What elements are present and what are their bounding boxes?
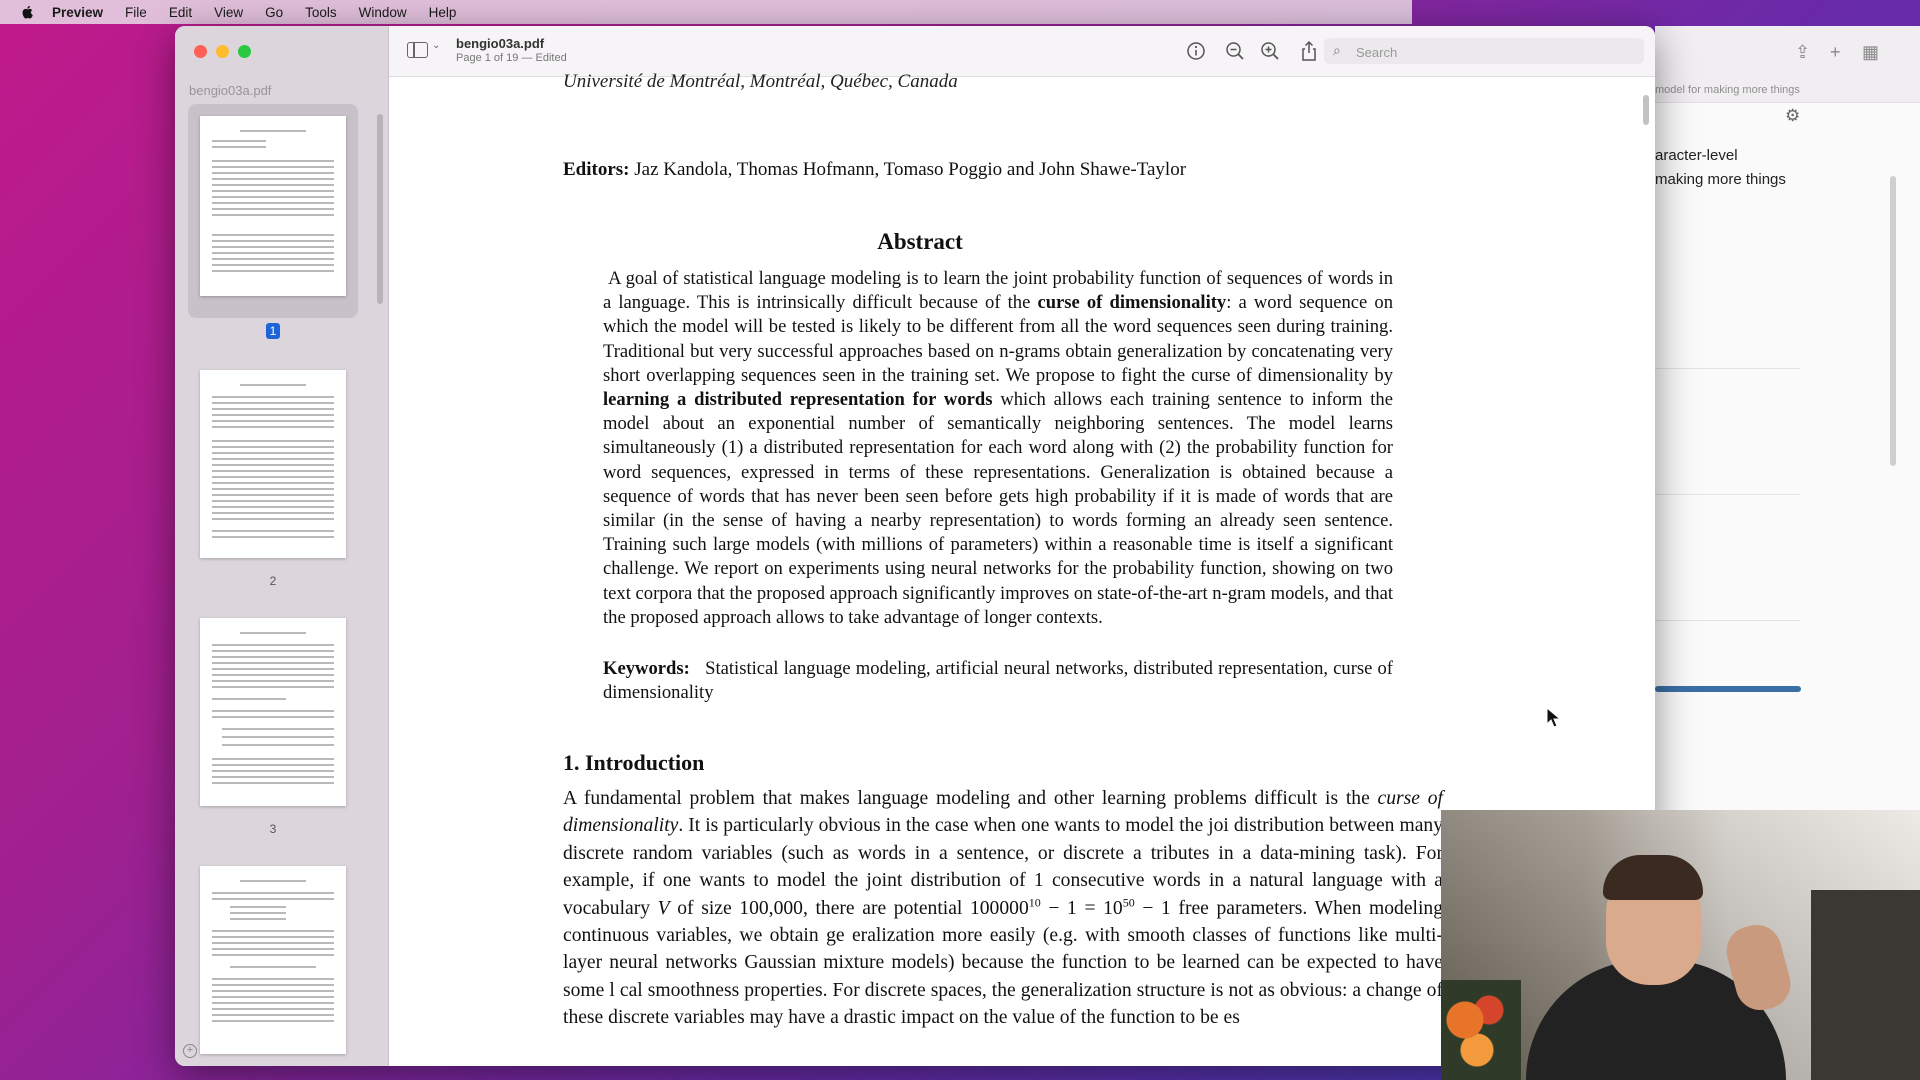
new-tab-icon[interactable]: + (1830, 42, 1841, 63)
divider (1655, 368, 1800, 369)
page-number: 2 (269, 574, 277, 588)
search-field[interactable]: ⌕ (1324, 38, 1644, 64)
page-thumbnail (200, 116, 346, 296)
share-icon[interactable] (1298, 40, 1320, 62)
divider (1655, 494, 1800, 495)
sidebar-title: bengio03a.pdf (189, 83, 272, 98)
thumbnail-page-1[interactable] (188, 104, 358, 318)
editors-line: Editors: Jaz Kandola, Thomas Hofmann, To… (563, 159, 1186, 181)
page-number: 3 (269, 822, 277, 836)
menu-app-preview[interactable]: Preview (52, 5, 103, 20)
divider (1655, 620, 1800, 621)
close-button[interactable] (194, 45, 207, 58)
fullscreen-button[interactable] (238, 45, 251, 58)
background-shelf (1811, 890, 1920, 1080)
menu-bar: Preview File Edit View Go Tools Window H… (0, 0, 1412, 24)
menu-go[interactable]: Go (265, 5, 283, 20)
abstract-text: A goal of statistical language modeling … (603, 268, 1393, 628)
menu-help[interactable]: Help (429, 5, 457, 20)
thumbnail-page-3[interactable] (200, 618, 346, 806)
chevron-down-icon[interactable]: ⌄ (432, 40, 440, 51)
progress-bar (1655, 686, 1801, 692)
scrollbar[interactable] (1890, 176, 1896, 466)
editors-label: Editors: (563, 159, 630, 180)
document-title: bengio03a.pdf (456, 36, 545, 51)
editors-names: Jaz Kandola, Thomas Hofmann, Tomaso Pogg… (634, 159, 1187, 180)
background-text-line: aracter-level (1655, 147, 1738, 164)
keywords-label: Keywords: (603, 658, 690, 679)
tab-overview-icon[interactable]: ▦ (1862, 42, 1879, 63)
search-icon: ⌕ (1333, 42, 1341, 58)
document-scrollbar[interactable] (1643, 95, 1649, 125)
background-text-line: making more things (1655, 171, 1786, 188)
zoom-out-icon[interactable] (1224, 40, 1246, 62)
keywords-text: Keywords: Statistical language modeling,… (603, 658, 1393, 704)
mouse-cursor-icon (1546, 707, 1562, 728)
document-subtitle: Page 1 of 19 — Edited (456, 52, 567, 64)
gear-icon[interactable]: ⚙ (1785, 106, 1800, 126)
affiliation-line: Université de Montréal, Montréal, Québec… (563, 71, 958, 92)
webcam-overlay (1441, 810, 1920, 1080)
share-icon[interactable]: ⇪ (1795, 42, 1810, 63)
sidebar-scrollbar[interactable] (377, 114, 383, 304)
background-url-fragment: model for making more things (1655, 84, 1800, 96)
menu-tools[interactable]: Tools (305, 5, 337, 20)
thumbnail-page-4[interactable] (200, 866, 346, 1054)
menu-edit[interactable]: Edit (169, 5, 192, 20)
menu-window[interactable]: Window (359, 5, 407, 20)
search-input[interactable] (1354, 41, 1628, 63)
toolbar: ⌄ bengio03a.pdf Page 1 of 19 — Edited ⌕ … (389, 26, 1655, 77)
thumbnail-page-2[interactable] (200, 370, 346, 558)
menu-file[interactable]: File (125, 5, 147, 20)
zoom-in-icon[interactable] (1259, 40, 1281, 62)
page-number-badge: 1 (188, 323, 358, 339)
add-page-icon[interactable]: + (183, 1044, 197, 1058)
flowers (1441, 980, 1521, 1080)
sidebar-toggle-icon[interactable] (407, 42, 428, 58)
minimize-button[interactable] (216, 45, 229, 58)
preview-window: bengio03a.pdf 1 2 3 + ⌄ bengio03a.pdf Pa… (175, 26, 1655, 1066)
section-heading: 1. Introduction (563, 750, 705, 775)
abstract-heading: Abstract (877, 229, 963, 254)
apple-logo-icon[interactable] (20, 5, 34, 19)
window-controls (194, 45, 251, 58)
menu-view[interactable]: View (214, 5, 243, 20)
info-icon[interactable] (1185, 40, 1207, 62)
thumbnail-sidebar: bengio03a.pdf 1 2 3 + (175, 26, 389, 1066)
introduction-text: A fundamental problem that makes languag… (563, 788, 1443, 1029)
presenter-hair (1603, 855, 1703, 900)
